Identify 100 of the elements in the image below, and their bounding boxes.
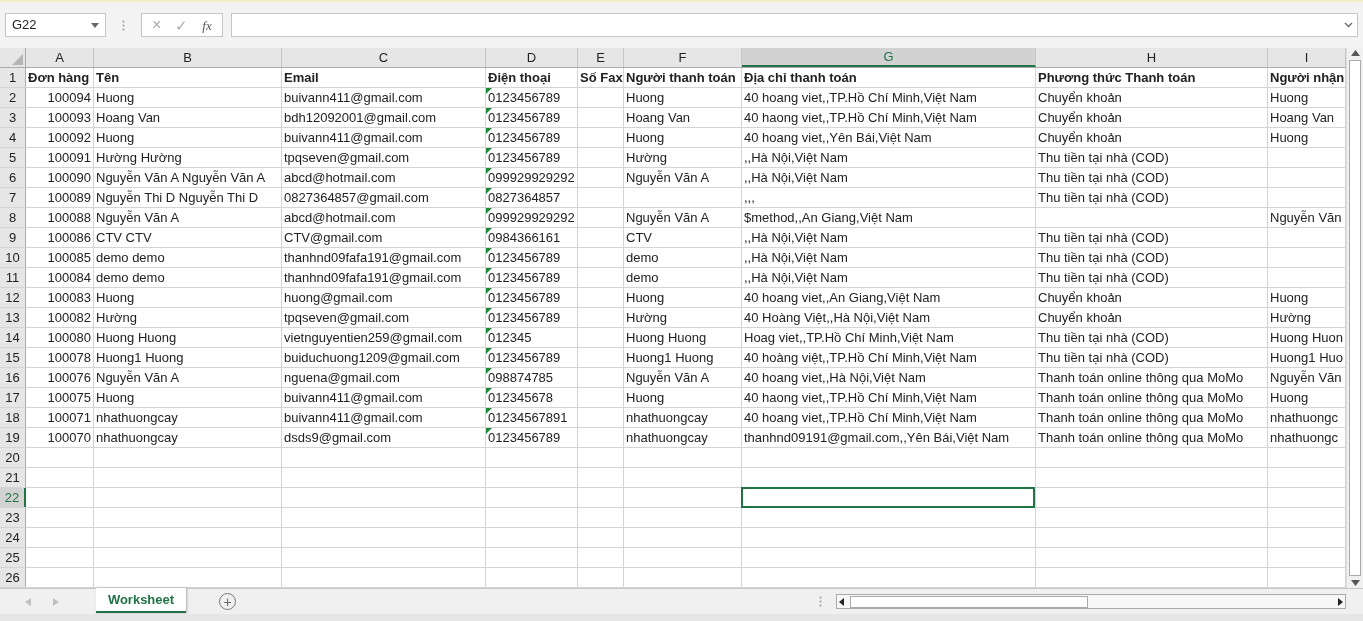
table-cell-text: Nguyễn Văn	[1270, 208, 1342, 227]
table-cell-text: bdh12092001@gmail.com	[284, 108, 436, 127]
row-header[interactable]: 25	[0, 548, 26, 567]
table-cell-text: Người thanh toán	[626, 68, 736, 87]
row-header[interactable]: 20	[0, 448, 26, 467]
row-header[interactable]: 3	[0, 108, 26, 127]
table-cell-text: CTV CTV	[96, 228, 152, 247]
row-header[interactable]: 21	[0, 468, 26, 487]
previous-sheet-icon[interactable]	[25, 597, 31, 606]
formula-input[interactable]	[230, 13, 1358, 37]
table-cell-text: demo	[626, 248, 659, 267]
table-cell-text: 40 hoang viet,,TP.Hồ Chí Minh,Việt Nam	[744, 408, 977, 427]
column-header[interactable]: D	[486, 48, 578, 67]
column-header[interactable]: G	[742, 48, 1036, 67]
table-cell-text: 0123456789	[488, 308, 561, 327]
row-header[interactable]: 24	[0, 528, 26, 547]
table-cell-text: Phương thức Thanh toán	[1038, 68, 1196, 87]
table-cell-text: Hoang Van	[96, 108, 161, 127]
active-cell[interactable]	[741, 487, 1035, 508]
table-cell-text: 100080	[47, 328, 91, 347]
row-header[interactable]: 8	[0, 208, 26, 227]
row-header[interactable]: 14	[0, 328, 26, 347]
row-header[interactable]: 13	[0, 308, 26, 327]
table-cell-text: 40 hoang viet,,TP.Hồ Chí Minh,Việt Nam	[744, 88, 977, 107]
column-header[interactable]: C	[282, 48, 486, 67]
row-header[interactable]: 9	[0, 228, 26, 247]
table-cell-text: nhathuongc	[1270, 428, 1338, 447]
table-cell-text: buivann411@gmail.com	[284, 408, 423, 427]
table-cell-text: 100091	[47, 148, 91, 167]
table-cell-text: Huong Huong	[96, 328, 177, 347]
row-header[interactable]: 7	[0, 188, 26, 207]
table-cell-text: 100078	[47, 348, 91, 367]
table-cell-text: Email	[284, 68, 319, 87]
table-cell-text: 100090	[47, 168, 91, 187]
table-cell-text: Thu tiền tại nhà (COD)	[1038, 188, 1169, 207]
table-cell-text: 100083	[47, 288, 91, 307]
table-cell-text: Thanh toán online thông qua MoMo	[1038, 428, 1244, 447]
right-arrow-icon	[1338, 597, 1343, 606]
row-header[interactable]: 12	[0, 288, 26, 307]
table-cell-text: ,,,	[744, 188, 755, 207]
next-sheet-icon[interactable]	[53, 597, 59, 606]
column-header[interactable]: A	[26, 48, 94, 67]
table-cell-text: thanhnd09fafa191@gmail.com	[284, 248, 462, 267]
row-header[interactable]: 2	[0, 88, 26, 107]
row-header[interactable]: 19	[0, 428, 26, 447]
table-cell-text: nhathuongcay	[626, 428, 708, 447]
row-header[interactable]: 15	[0, 348, 26, 367]
horizontal-scrollbar[interactable]	[836, 594, 1346, 609]
table-cell-text: Huong	[1270, 88, 1309, 107]
scroll-thumb[interactable]	[850, 595, 1088, 608]
table-cell-text: Chuyển khoản	[1038, 308, 1122, 327]
table-cell-text: 40 Hoàng Việt,,Hà Nội,Việt Nam	[744, 308, 930, 327]
table-cell-text: 0123456789	[488, 288, 561, 307]
table-cell-text: Tên	[96, 68, 120, 87]
table-cell-text: Huong	[626, 388, 665, 407]
row-header[interactable]: 18	[0, 408, 26, 427]
table-cell-text: Huong Huong	[626, 328, 707, 347]
table-cell-text: tpqseven@gmail.com	[284, 308, 410, 327]
table-cell-text: thanhnd09191@gmail.com,,Yên Bái,Việt Nam	[744, 428, 1010, 447]
row-header[interactable]: 6	[0, 168, 26, 187]
row-header[interactable]: 1	[0, 68, 26, 87]
table-cell-text: Nguyễn Văn A	[96, 368, 180, 387]
row-header[interactable]: 10	[0, 248, 26, 267]
column-header[interactable]: E	[578, 48, 624, 67]
table-cell-text: ,,Hà Nội,Việt Nam	[744, 248, 848, 267]
table-cell-text: demo	[626, 268, 659, 287]
table-cell-text: 0123456789	[488, 268, 561, 287]
table-cell-text: Thanh toán online thông qua MoMo	[1038, 368, 1244, 387]
row-header[interactable]: 4	[0, 128, 26, 147]
table-cell-text: Huong	[626, 288, 665, 307]
table-cell-text: ,,Hà Nội,Việt Nam	[744, 268, 848, 287]
row-header[interactable]: 23	[0, 508, 26, 527]
table-cell-text: nhathuongcay	[96, 428, 178, 447]
table-cell-text: 0123456789	[488, 148, 561, 167]
table-cell-text: 0123456789	[488, 348, 561, 367]
row-header[interactable]: 17	[0, 388, 26, 407]
row-header[interactable]: 5	[0, 148, 26, 167]
name-box[interactable]: G22	[5, 13, 106, 37]
table-cell-text: Nguyễn Văn A Nguyễn Văn A	[96, 168, 266, 187]
table-cell-text: $method,,An Giang,Việt Nam	[744, 208, 913, 227]
table-cell-text: 100086	[47, 228, 91, 247]
table-cell-text: buivann411@gmail.com	[284, 388, 423, 407]
row-header[interactable]: 26	[0, 568, 26, 587]
row-header[interactable]: 16	[0, 368, 26, 387]
table-cell-text: Hoag viet,,TP.Hồ Chí Minh,Việt Nam	[744, 328, 954, 347]
column-header[interactable]: H	[1036, 48, 1268, 67]
table-cell-text: Huong1 Huong	[96, 348, 184, 367]
column-header[interactable]: B	[94, 48, 282, 67]
left-arrow-icon	[839, 597, 844, 606]
sheet-tab[interactable]: Worksheet	[96, 588, 186, 613]
table-cell-text: Thanh toán online thông qua MoMo	[1038, 408, 1244, 427]
vertical-scrollbar[interactable]	[1346, 48, 1363, 588]
insert-function-button[interactable]: fx	[202, 18, 212, 32]
table-cell-text: 100071	[47, 408, 91, 427]
table-cell-text: buivann411@gmail.com	[284, 128, 423, 147]
row-header[interactable]: 22	[0, 488, 26, 507]
row-header[interactable]: 11	[0, 268, 26, 287]
table-cell-text: abcd@hotmail.com	[284, 168, 396, 187]
scroll-thumb[interactable]	[1349, 60, 1361, 576]
table-cell-text: nhathuongcay	[626, 408, 708, 427]
